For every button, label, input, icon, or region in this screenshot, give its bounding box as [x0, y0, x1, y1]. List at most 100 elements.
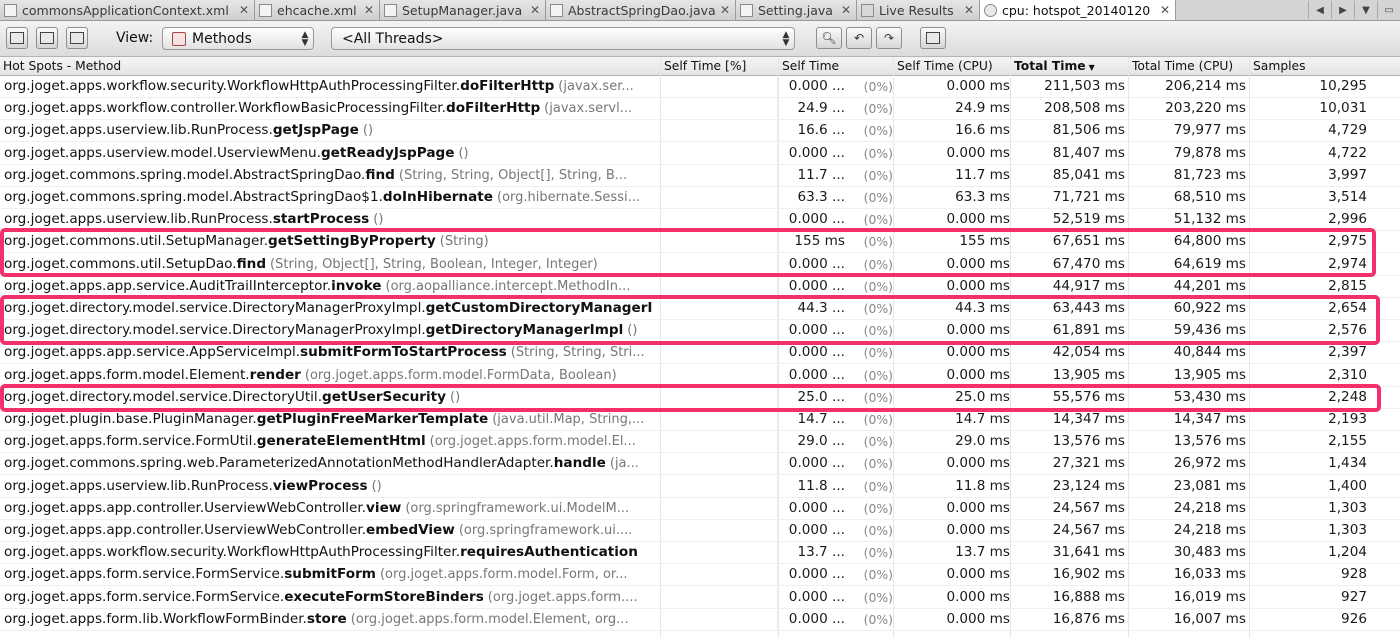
column-header-total-time[interactable]: Total Time ▼ [1011, 57, 1129, 75]
method-signature: (javax.ser... [558, 79, 634, 94]
find-next-button[interactable]: ↷ [876, 27, 902, 49]
table-row[interactable]: org.joget.commons.spring.model.AbstractS… [0, 164, 1400, 187]
close-icon[interactable]: ✕ [362, 3, 376, 17]
table-row[interactable]: org.joget.apps.workflow.controller.Workf… [0, 98, 1400, 121]
self-time-cell: 0.000 ... [788, 255, 845, 272]
samples-cell: 2,310 [1328, 366, 1367, 383]
column-header-self-pct[interactable]: Self Time [%] [661, 57, 779, 75]
close-icon[interactable]: ✕ [237, 3, 251, 17]
self-time-cpu-cell: 155 ms [959, 233, 1010, 250]
table-row[interactable]: org.joget.plugin.base.PluginManager.getP… [0, 409, 1400, 431]
column-header-self-time[interactable]: Self Time [779, 57, 894, 75]
tab-commons-application-context[interactable]: commonsApplicationContext.xml ✕ [0, 0, 255, 20]
method-signature: (org.springframework.ui.... [458, 523, 633, 538]
table-row[interactable]: org.joget.commons.util.SetupManager.getS… [0, 231, 1400, 254]
total-time-cpu-cell: 14,347 ms [1173, 411, 1246, 427]
table-row[interactable]: org.joget.apps.form.lib.WorkflowFormBind… [0, 608, 1400, 631]
method-name: submitFormToStartProcess [300, 344, 507, 361]
method-signature: () [362, 123, 374, 139]
method-cell: org.joget.apps.userview.lib.RunProcess.v… [4, 476, 659, 497]
close-icon[interactable]: ✕ [528, 3, 542, 17]
table-row[interactable]: org.joget.commons.spring.web.Parameteriz… [0, 453, 1400, 476]
table-row[interactable]: org.joget.apps.form.service.FormService.… [0, 586, 1400, 609]
close-icon[interactable]: ✕ [839, 3, 853, 17]
table-icon [926, 32, 940, 44]
table-row[interactable]: org.joget.apps.form.model.Element.render… [0, 364, 1400, 387]
table-row[interactable]: org.joget.commons.util.SetupDao.find (Str… [0, 253, 1400, 276]
find-button[interactable]: 🔍︎ [816, 27, 842, 49]
table-settings-button[interactable] [920, 27, 946, 49]
table-row[interactable]: org.joget.apps.app.controller.UserviewWe… [0, 520, 1400, 542]
column-header-total-cpu[interactable]: Total Time (CPU) [1129, 57, 1250, 75]
table-row[interactable]: org.joget.apps.form.service.FormUtil.gen… [0, 431, 1400, 454]
self-time-bar-cell [660, 253, 778, 275]
self-time-percent-cell: (0%) [863, 278, 893, 294]
self-time-percent-cell: (0%) [863, 412, 893, 427]
method-class: org.joget.directory.model.service.Direct… [4, 322, 426, 339]
scroll-right-icon[interactable]: ▶ [1331, 1, 1354, 19]
method-cell: org.joget.apps.form.model.Element.render… [4, 365, 659, 386]
total-time-cell: 211,503 ms [1044, 78, 1125, 94]
method-signature: (org.joget.apps.form.model.FormData, Boo… [304, 367, 617, 383]
close-icon[interactable]: ✕ [1158, 3, 1172, 17]
tab-ehcache[interactable]: ehcache.xml ✕ [255, 0, 380, 20]
table-row[interactable]: org.joget.directory.model.service.Direct… [0, 386, 1400, 409]
tab-list-icon[interactable]: ▼ [1354, 1, 1377, 19]
scroll-left-icon[interactable]: ◀ [1308, 1, 1331, 19]
self-time-cpu-cell: 16.6 ms [955, 122, 1010, 139]
table-row[interactable]: org.joget.apps.app.service.AuditTrailInt… [0, 275, 1400, 298]
table-row[interactable]: org.joget.apps.userview.lib.RunProcess.v… [0, 475, 1400, 498]
export-button[interactable] [36, 27, 58, 49]
tab-cpu-hotspot[interactable]: cpu: hotspot_20140120 ✕ [980, 0, 1176, 20]
table-row[interactable]: org.joget.apps.app.controller.UserviewWe… [0, 497, 1400, 520]
method-name: requiresAuthentication [460, 544, 638, 561]
method-cell: org.joget.apps.form.service.FormService.… [4, 564, 659, 585]
column-header-samples[interactable]: Samples [1250, 57, 1400, 75]
self-time-percent-cell: (0%) [863, 212, 893, 228]
self-time-cpu-cell: 0.000 ms [946, 499, 1010, 516]
method-name: embedView [366, 522, 455, 538]
table-row[interactable]: org.joget.apps.userview.model.UserviewMe… [0, 142, 1400, 165]
self-time-cpu-cell: 0.000 ms [946, 255, 1010, 272]
save-snapshot-button[interactable] [6, 27, 28, 49]
view-select[interactable]: Methods ▲ ▼ [162, 27, 314, 50]
self-time-cell: 29.0 ... [797, 433, 845, 450]
table-row[interactable]: org.joget.apps.app.service.AppServiceImp… [0, 342, 1400, 365]
method-cell: org.joget.apps.form.service.FormService.… [4, 587, 659, 608]
tab-live-results[interactable]: Live Results ✕ [857, 0, 980, 20]
method-cell: org.joget.commons.spring.model.AbstractS… [4, 165, 659, 186]
column-header-method[interactable]: Hot Spots - Method [0, 57, 661, 75]
maximize-icon[interactable]: ▭ [1377, 1, 1400, 19]
method-signature: () [450, 389, 461, 405]
table-row[interactable]: org.joget.apps.userview.lib.RunProcess.g… [0, 120, 1400, 143]
tab-setup-manager[interactable]: SetupManager.java ✕ [380, 0, 546, 20]
self-time-bar-cell [660, 98, 778, 120]
table-row[interactable]: org.joget.apps.workflow.security.Workflo… [0, 542, 1400, 565]
samples-cell: 2,155 [1328, 433, 1367, 450]
tab-setting[interactable]: Setting.java ✕ [736, 0, 857, 20]
close-icon[interactable]: ✕ [718, 3, 732, 17]
table-row[interactable]: org.joget.apps.workflow.security.Workflo… [0, 76, 1400, 98]
thread-select[interactable]: <All Threads> ▲ ▼ [331, 27, 795, 50]
self-time-cell: 0.000 ... [788, 277, 845, 294]
method-cell: org.joget.directory.model.service.Direct… [4, 298, 659, 319]
close-icon[interactable]: ✕ [962, 3, 976, 17]
screenshot-button[interactable] [66, 27, 88, 49]
find-previous-button[interactable]: ↶ [846, 27, 872, 49]
self-time-percent-cell: (0%) [863, 500, 893, 516]
up-down-arrows-icon: ▲ ▼ [301, 29, 309, 48]
table-row[interactable]: org.joget.apps.userview.lib.RunProcess.s… [0, 209, 1400, 232]
tab-abstract-spring-dao[interactable]: AbstractSpringDao.java ✕ [546, 0, 736, 20]
total-time-cpu-cell: 16,007 ms [1173, 610, 1246, 627]
self-time-percent-cell: (0%) [863, 123, 893, 139]
samples-cell: 2,248 [1328, 388, 1367, 405]
table-row[interactable]: org.joget.commons.spring.model.AbstractS… [0, 187, 1400, 209]
table-row[interactable]: org.joget.directory.model.service.Direct… [0, 320, 1400, 343]
column-header-self-cpu[interactable]: Self Time (CPU) [894, 57, 1011, 75]
table-row[interactable]: org.joget.apps.form.service.FormService.… [0, 564, 1400, 587]
table-row[interactable]: org.joget.directory.model.service.Direct… [0, 298, 1400, 320]
samples-cell: 1,400 [1328, 477, 1367, 494]
method-name: doInHibernate [382, 189, 493, 205]
method-signature: (org.aopalliance.intercept.MethodIn... [385, 278, 631, 294]
self-time-cpu-cell: 29.0 ms [955, 433, 1010, 450]
